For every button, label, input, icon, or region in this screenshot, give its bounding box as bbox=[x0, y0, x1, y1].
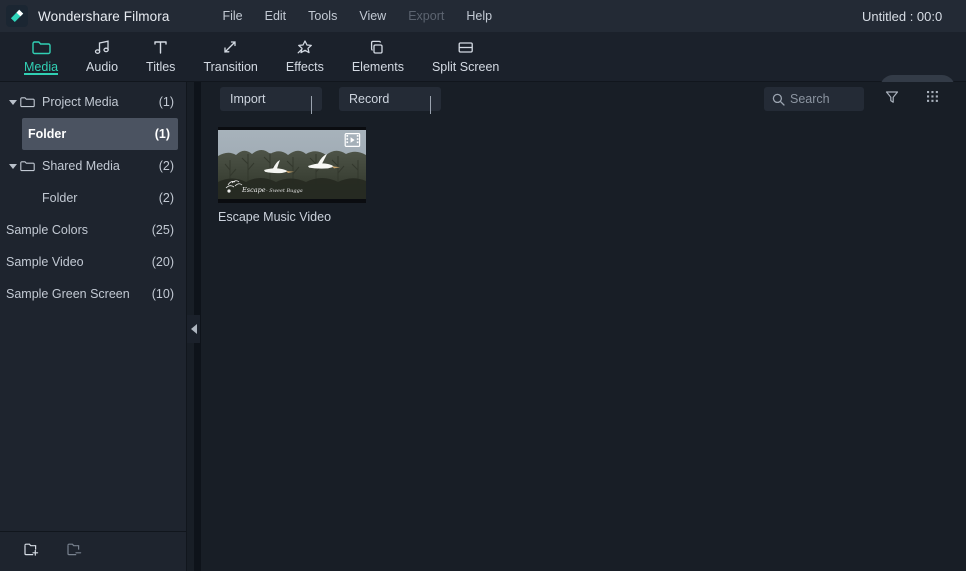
tree-count: (2) bbox=[158, 159, 174, 173]
tree-item-sample-colors[interactable]: Sample Colors (25) bbox=[0, 214, 186, 246]
media-browser-panel: Import Record Search Escape - Sweet Bugg… bbox=[201, 82, 966, 571]
media-item-name: Escape Music Video bbox=[218, 210, 332, 224]
music-note-icon bbox=[93, 36, 112, 58]
folder-icon bbox=[20, 96, 42, 108]
search-input[interactable]: Search bbox=[764, 87, 864, 111]
tab-titles-label: Titles bbox=[146, 60, 176, 74]
tree-label: Shared Media bbox=[42, 159, 120, 173]
chevron-down-icon bbox=[311, 96, 312, 114]
menu-edit[interactable]: Edit bbox=[254, 6, 298, 26]
transition-arrows-icon bbox=[221, 36, 240, 58]
tab-titles[interactable]: Titles bbox=[132, 32, 189, 81]
app-title: Wondershare Filmora bbox=[38, 8, 170, 24]
import-label: Import bbox=[230, 92, 266, 106]
tab-elements[interactable]: Elements bbox=[338, 32, 418, 81]
menu-help[interactable]: Help bbox=[455, 6, 503, 26]
media-thumbnail[interactable]: Escape - Sweet Bugga bbox=[218, 127, 366, 203]
project-title: Untitled : 00:0 bbox=[862, 9, 943, 24]
sparkle-star-icon bbox=[295, 36, 314, 58]
app-logo bbox=[6, 5, 28, 27]
media-item[interactable]: Escape - Sweet Bugga Escape Music Video bbox=[218, 127, 366, 224]
collapse-left-icon bbox=[190, 324, 197, 334]
tree-item-shared-media[interactable]: Shared Media (2) bbox=[0, 150, 186, 182]
chevron-down-icon bbox=[430, 96, 431, 114]
tree-item-sample-green-screen[interactable]: Sample Green Screen (10) bbox=[0, 278, 186, 310]
tree-count: (20) bbox=[151, 255, 174, 269]
tab-audio-label: Audio bbox=[86, 60, 119, 74]
title-bar: Wondershare Filmora File Edit Tools View… bbox=[0, 0, 966, 32]
sidebar-collapse-button[interactable] bbox=[187, 315, 200, 343]
menu-view[interactable]: View bbox=[348, 6, 397, 26]
menu-file[interactable]: File bbox=[211, 6, 253, 26]
tree-label: Folder bbox=[28, 127, 67, 141]
record-dropdown[interactable]: Record bbox=[339, 87, 441, 114]
tree-label: Folder bbox=[42, 191, 78, 205]
tab-media[interactable]: Media bbox=[10, 32, 72, 81]
tab-audio[interactable]: Audio bbox=[72, 32, 132, 81]
active-tab-underline bbox=[24, 73, 59, 75]
tree-count: (25) bbox=[151, 223, 174, 237]
tree-count: (10) bbox=[151, 287, 174, 301]
remove-folder-icon[interactable] bbox=[67, 542, 84, 562]
tree-item-project-folder[interactable]: Folder (1) bbox=[22, 118, 178, 150]
filmora-window: Wondershare Filmora File Edit Tools View… bbox=[0, 0, 966, 571]
tree-label: Sample Video bbox=[6, 255, 84, 269]
menu-export: Export bbox=[408, 9, 445, 23]
tree-count: (1) bbox=[158, 95, 174, 109]
tab-media-label: Media bbox=[24, 60, 59, 74]
tab-elements-label: Elements bbox=[351, 60, 404, 74]
tree-item-project-media[interactable]: Project Media (1) bbox=[0, 86, 186, 118]
tree-label: Project Media bbox=[42, 95, 119, 109]
layers-copy-icon bbox=[368, 36, 387, 58]
video-film-icon bbox=[344, 132, 361, 148]
tree-label: Sample Green Screen bbox=[6, 287, 130, 301]
chevron-down-icon[interactable] bbox=[6, 99, 20, 105]
tree-count: (1) bbox=[154, 127, 170, 141]
import-dropdown[interactable]: Import bbox=[220, 87, 322, 114]
search-placeholder: Search bbox=[790, 92, 830, 106]
tree-item-shared-folder[interactable]: Folder (2) bbox=[0, 182, 186, 214]
menu-tools[interactable]: Tools bbox=[297, 6, 348, 26]
svg-text:Escape: Escape bbox=[241, 186, 266, 194]
text-t-icon bbox=[151, 36, 170, 58]
filter-funnel-icon bbox=[884, 89, 900, 110]
split-screen-icon bbox=[456, 36, 475, 58]
sidebar-footer bbox=[0, 531, 186, 571]
grid-view-icon bbox=[925, 89, 940, 109]
grid-view-button[interactable] bbox=[920, 87, 944, 111]
tree-item-sample-video[interactable]: Sample Video (20) bbox=[0, 246, 186, 278]
tab-split-screen[interactable]: Split Screen bbox=[418, 32, 513, 81]
filmora-logo-icon bbox=[10, 9, 24, 22]
tree-count: (2) bbox=[158, 191, 174, 205]
media-library-sidebar: Project Media (1) Folder (1) Shared Medi… bbox=[0, 82, 187, 571]
tab-transition[interactable]: Transition bbox=[189, 32, 271, 81]
tree-label: Sample Colors bbox=[6, 223, 88, 237]
folder-icon bbox=[31, 36, 51, 58]
media-folder-tree: Project Media (1) Folder (1) Shared Medi… bbox=[0, 82, 186, 310]
filter-button[interactable] bbox=[880, 87, 904, 111]
tab-effects[interactable]: Effects bbox=[272, 32, 338, 81]
tab-effects-label: Effects bbox=[285, 60, 324, 74]
folder-icon bbox=[20, 160, 42, 172]
chevron-down-icon[interactable] bbox=[6, 163, 20, 169]
main-toolbar: Media Audio Titles Transition Effects El… bbox=[0, 32, 966, 101]
record-label: Record bbox=[349, 92, 390, 106]
add-folder-icon[interactable] bbox=[24, 542, 41, 562]
tab-split-screen-label: Split Screen bbox=[431, 60, 500, 74]
media-panel-toolbar: Import Record Search bbox=[201, 82, 966, 119]
search-icon bbox=[772, 93, 785, 106]
menu-bar: File Edit Tools View Export Help bbox=[211, 6, 503, 26]
svg-text:- Sweet Bugga: - Sweet Bugga bbox=[266, 188, 303, 194]
tab-transition-label: Transition bbox=[203, 60, 258, 74]
